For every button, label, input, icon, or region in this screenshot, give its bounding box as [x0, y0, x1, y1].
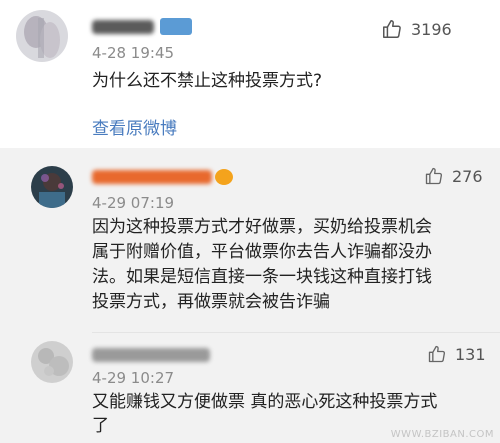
like-button[interactable]: 276 — [424, 166, 483, 186]
like-button[interactable]: 131 — [427, 344, 486, 364]
avatar[interactable] — [16, 10, 68, 62]
watermark: WWW.BZIBAN.COM — [390, 429, 494, 440]
divider — [92, 332, 500, 333]
reply-text-line: 因为这种投票方式才好做票，买奶给投票机会 — [92, 217, 432, 237]
username-blurred[interactable] — [92, 20, 154, 34]
vip-badge — [215, 169, 233, 185]
thumbs-up-icon — [428, 345, 446, 363]
username-blurred[interactable] — [92, 348, 210, 362]
thumbs-up-icon — [383, 20, 401, 38]
member-badge — [160, 18, 192, 35]
main-comment: 4-28 19:45 3196 为什么还不禁止这种投票方式? 查看原微博 — [0, 0, 500, 148]
reply-text-line: 投票方式，再做票就会被告诈骗 — [92, 292, 330, 312]
user-avatar-icon — [16, 10, 68, 62]
avatar[interactable] — [31, 166, 73, 208]
comment-time: 4-29 10:27 — [92, 369, 175, 387]
like-count: 276 — [452, 166, 483, 186]
reply-text-line: 又能赚钱又方便做票 真的恶心死这种投票方式 — [92, 392, 438, 412]
thumbs-up-icon — [425, 167, 443, 185]
user-avatar-icon — [31, 341, 73, 383]
reply-text-line: 属于附赠价值，平台做票你去告人诈骗都没办 — [92, 242, 432, 262]
comment-time: 4-28 19:45 — [92, 44, 175, 62]
like-count: 3196 — [411, 19, 452, 39]
comment-time: 4-29 07:19 — [92, 194, 175, 212]
user-avatar-icon — [31, 166, 73, 208]
reply-text-line: 了 — [92, 416, 109, 436]
username-blurred[interactable] — [92, 170, 212, 184]
comment-text: 为什么还不禁止这种投票方式? — [92, 71, 323, 91]
replies-section: 4-29 07:19 276 因为这种投票方式才好做票，买奶给投票机会 属于附赠… — [0, 148, 500, 443]
reply-text-line: 法。如果是短信直接一条一块钱这种直接打钱 — [92, 267, 432, 287]
avatar[interactable] — [31, 341, 73, 383]
view-original-weibo-link[interactable]: 查看原微博 — [92, 114, 177, 139]
like-button[interactable]: 3196 — [381, 18, 452, 40]
like-count: 131 — [455, 344, 486, 364]
